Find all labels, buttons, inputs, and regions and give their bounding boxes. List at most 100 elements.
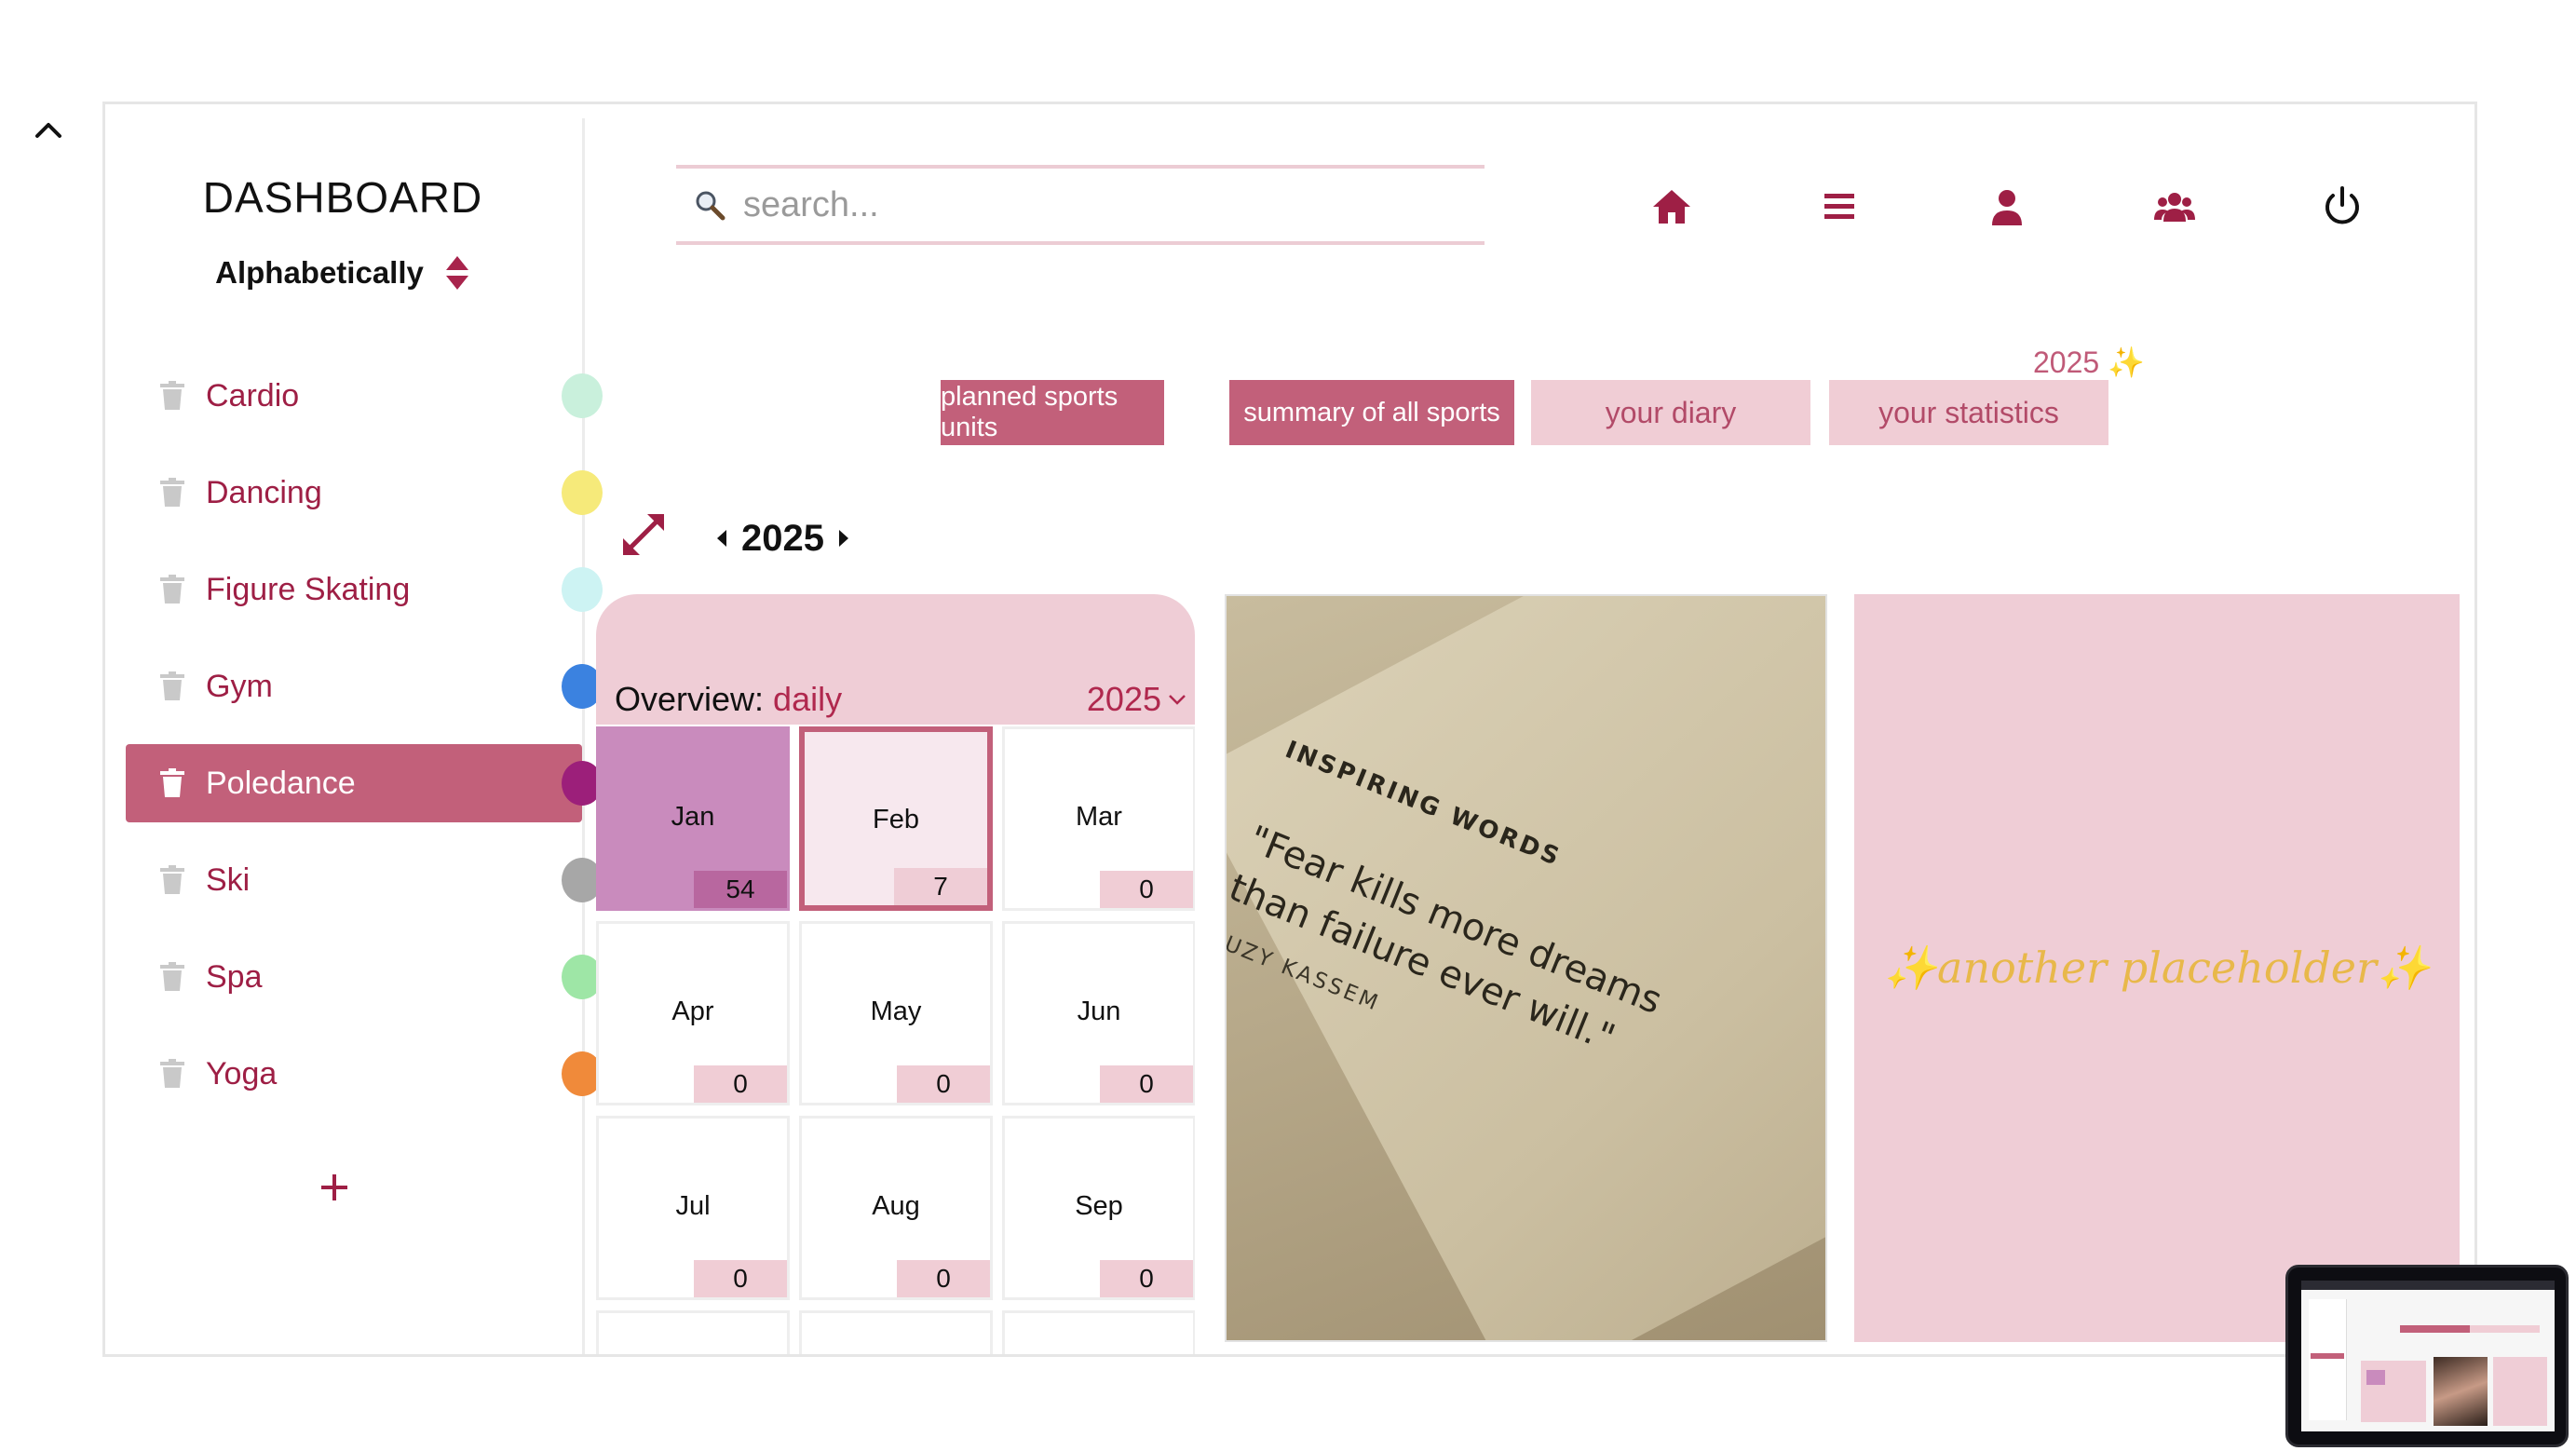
month-cell-jul[interactable]: Jul 0 bbox=[596, 1116, 790, 1300]
home-icon[interactable] bbox=[1649, 184, 1694, 229]
screen-preview-thumbnail[interactable] bbox=[2285, 1265, 2569, 1447]
preview-placeholder bbox=[2493, 1357, 2547, 1426]
sidebar-item-label: Poledance bbox=[206, 765, 356, 801]
tab-your-statistics[interactable]: your statistics bbox=[1829, 380, 2108, 445]
power-icon[interactable] bbox=[2320, 184, 2365, 229]
month-cell-may[interactable]: May 0 bbox=[799, 921, 993, 1105]
month-count: 0 bbox=[1100, 1065, 1193, 1103]
sort-icon[interactable] bbox=[444, 254, 470, 292]
quote-card: INSPIRING WORDS "Fear kills more dreams … bbox=[1225, 594, 1827, 1342]
month-count: 7 bbox=[894, 868, 987, 905]
month-name: Jun bbox=[1077, 997, 1121, 1026]
sidebar-item-label: Yoga bbox=[206, 1055, 278, 1092]
menu-icon[interactable] bbox=[1817, 184, 1862, 229]
sidebar-item-label: Cardio bbox=[206, 377, 300, 414]
month-name: Mar bbox=[1076, 802, 1122, 832]
month-cell-sep[interactable]: Sep 0 bbox=[1002, 1116, 1195, 1300]
trash-icon[interactable] bbox=[159, 768, 185, 798]
sidebar-item-ski[interactable]: Ski bbox=[126, 841, 603, 919]
collapse-chevron-icon[interactable] bbox=[32, 114, 65, 147]
sidebar-item-gym[interactable]: Gym bbox=[126, 647, 603, 726]
overview-year-value: 2025 bbox=[1086, 680, 1161, 718]
sport-list: Cardio Dancing Figure Skating Gym Poledance S… bbox=[126, 357, 603, 1132]
trash-icon[interactable] bbox=[159, 478, 185, 508]
tab-planned-sports-units[interactable]: planned sports units bbox=[941, 380, 1164, 445]
sport-color-dot bbox=[562, 373, 603, 418]
preview-photo bbox=[2434, 1357, 2488, 1426]
month-count: 0 bbox=[1100, 1260, 1193, 1297]
sidebar-item-label: Gym bbox=[206, 668, 273, 704]
month-count: 0 bbox=[694, 1260, 787, 1297]
users-icon[interactable] bbox=[2152, 184, 2197, 229]
trash-icon[interactable] bbox=[159, 575, 185, 604]
month-count: 0 bbox=[694, 1065, 787, 1103]
sidebar-item-figure-skating[interactable]: Figure Skating bbox=[126, 550, 603, 629]
month-cell-feb[interactable]: Feb 7 bbox=[799, 726, 993, 911]
month-name: Apr bbox=[671, 997, 714, 1026]
month-cell-jun[interactable]: Jun 0 bbox=[1002, 921, 1195, 1105]
next-year-icon[interactable] bbox=[837, 528, 850, 549]
trash-icon[interactable] bbox=[159, 381, 185, 411]
overview-label: Overview: daily bbox=[615, 680, 842, 719]
tab-label: planned sports units bbox=[941, 382, 1119, 442]
search-input[interactable] bbox=[741, 183, 1453, 226]
overview-year-select[interactable]: 2025 bbox=[1087, 680, 1187, 719]
preview-toolbar bbox=[2301, 1281, 2555, 1290]
user-icon[interactable] bbox=[1985, 184, 2029, 229]
tab-your-diary[interactable]: your diary bbox=[1531, 380, 1810, 445]
sidebar-item-poledance[interactable]: Poledance bbox=[126, 744, 603, 822]
trash-icon[interactable] bbox=[159, 962, 185, 992]
trash-icon[interactable] bbox=[159, 671, 185, 701]
search-bar[interactable] bbox=[676, 165, 1485, 245]
month-cell-apr[interactable]: Apr 0 bbox=[596, 921, 790, 1105]
expand-icon[interactable] bbox=[619, 510, 668, 559]
month-name: Aug bbox=[872, 1191, 920, 1221]
tab-label: summary of all sports bbox=[1243, 397, 1500, 427]
month-count: 0 bbox=[897, 1260, 990, 1297]
preview-selected-item bbox=[2311, 1353, 2344, 1359]
tab-label: your diary bbox=[1605, 395, 1737, 429]
overview-header: Overview: daily 2025 bbox=[596, 594, 1195, 725]
month-name: Feb bbox=[873, 805, 919, 834]
sidebar-item-label: Figure Skating bbox=[206, 571, 411, 607]
sport-color-dot bbox=[562, 470, 603, 515]
sidebar-item-spa[interactable]: Spa bbox=[126, 938, 603, 1016]
year-badge: 2025 ✨ bbox=[2033, 346, 2145, 379]
preview-sidebar bbox=[2309, 1299, 2347, 1420]
add-sport-icon[interactable] bbox=[318, 1171, 351, 1204]
sidebar-item-yoga[interactable]: Yoga bbox=[126, 1035, 603, 1113]
month-cell-aug[interactable]: Aug 0 bbox=[799, 1116, 993, 1300]
month-name: May bbox=[870, 997, 922, 1026]
search-icon bbox=[696, 191, 725, 221]
overview-title: Overview: bbox=[615, 680, 765, 718]
month-count: 54 bbox=[694, 871, 787, 908]
chevron-down-icon bbox=[1169, 695, 1186, 705]
year-navigator: 2025 bbox=[715, 514, 850, 563]
overview-card: Overview: daily 2025 Jan 54 Feb 7 Mar 0 Apr 0 Ma… bbox=[596, 594, 1195, 1354]
month-cell-jan[interactable]: Jan 54 bbox=[596, 726, 790, 911]
month-name: Jan bbox=[671, 802, 715, 832]
month-name: Sep bbox=[1075, 1191, 1123, 1221]
sidebar-item-cardio[interactable]: Cardio bbox=[126, 357, 603, 435]
month-cell-partial[interactable] bbox=[1002, 1310, 1195, 1354]
tab-label: your statistics bbox=[1878, 395, 2059, 429]
previous-year-icon[interactable] bbox=[715, 528, 728, 549]
month-count: 0 bbox=[897, 1065, 990, 1103]
trash-icon[interactable] bbox=[159, 1059, 185, 1089]
sidebar: DASHBOARD Alphabetically Cardio Dancing Fi… bbox=[105, 118, 603, 1354]
sidebar-item-dancing[interactable]: Dancing bbox=[126, 454, 603, 532]
month-name: Jul bbox=[675, 1191, 711, 1221]
overview-mode[interactable]: daily bbox=[773, 680, 842, 718]
sort-control[interactable]: Alphabetically bbox=[105, 254, 580, 292]
month-cell-partial[interactable] bbox=[596, 1310, 790, 1354]
sort-label: Alphabetically bbox=[215, 255, 424, 290]
sidebar-item-label: Dancing bbox=[206, 474, 322, 510]
tab-summary-of-all-sports[interactable]: summary of all sports bbox=[1229, 380, 1514, 445]
month-cell-partial[interactable] bbox=[799, 1310, 993, 1354]
month-cell-mar[interactable]: Mar 0 bbox=[1002, 726, 1195, 911]
placeholder-text: ✨another placeholder✨ bbox=[1883, 942, 2431, 993]
dashboard-title: DASHBOARD bbox=[202, 173, 483, 222]
preview-month-cell bbox=[2366, 1370, 2385, 1385]
trash-icon[interactable] bbox=[159, 865, 185, 895]
placeholder-card: ✨another placeholder✨ bbox=[1854, 594, 2460, 1342]
